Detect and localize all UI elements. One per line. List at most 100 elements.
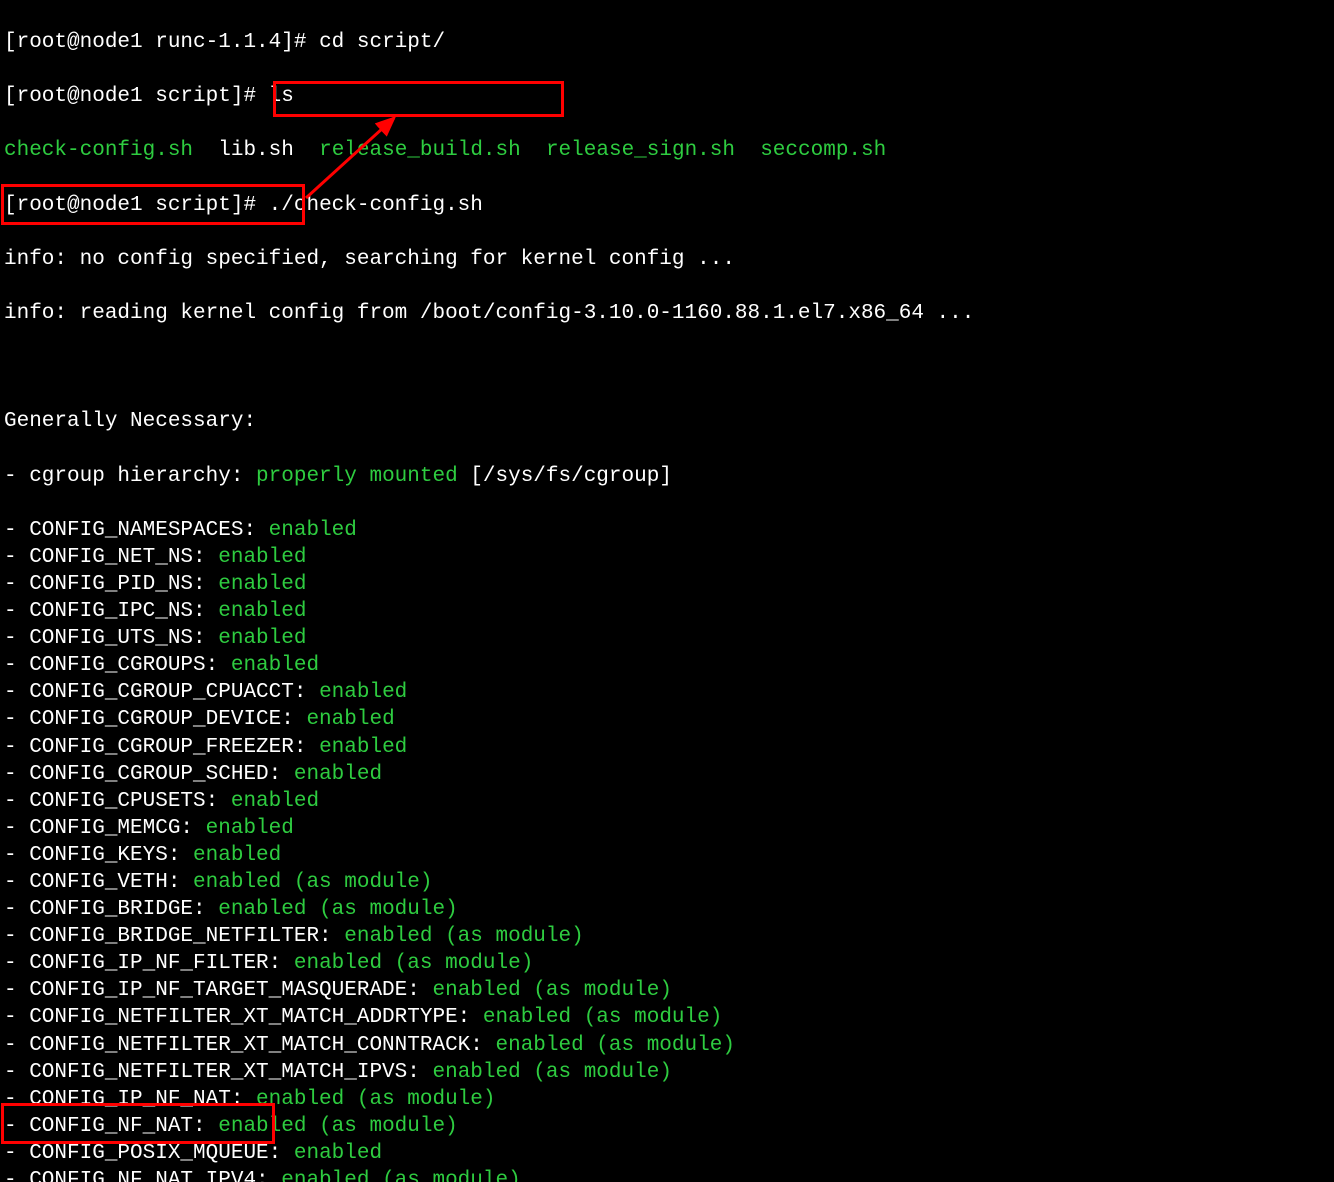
config-status: enabled [218, 546, 306, 569]
config-label: - CONFIG_NET_NS: [4, 546, 218, 569]
config-label: - CONFIG_IPC_NS: [4, 600, 218, 623]
prompt: [root@node1 script]# [4, 85, 269, 108]
config-status: properly mounted [256, 465, 458, 488]
config-label: - CONFIG_VETH: [4, 871, 193, 894]
config-line: - CONFIG_NAMESPACES: enabled [4, 517, 1330, 544]
config-label: - CONFIG_IP_NF_NAT: [4, 1088, 256, 1111]
config-label: - CONFIG_KEYS: [4, 844, 193, 867]
config-label: - CONFIG_CGROUP_DEVICE: [4, 708, 306, 731]
config-status: enabled (as module) [256, 1088, 495, 1111]
config-label: - CONFIG_POSIX_MQUEUE: [4, 1142, 294, 1165]
file-name: check-config.sh [4, 139, 193, 162]
config-label: - CONFIG_NETFILTER_XT_MATCH_IPVS: [4, 1061, 432, 1084]
info-line: info: reading kernel config from /boot/c… [4, 300, 1330, 327]
prompt: [root@node1 runc-1.1.4]# [4, 31, 319, 54]
config-line: - CONFIG_IP_NF_FILTER: enabled (as modul… [4, 950, 1330, 977]
config-line: - CONFIG_MEMCG: enabled [4, 815, 1330, 842]
config-line: - CONFIG_CGROUP_DEVICE: enabled [4, 706, 1330, 733]
prompt: [root@node1 script]# [4, 194, 269, 217]
config-status: enabled (as module) [483, 1006, 722, 1029]
file-name: release_build.sh [319, 139, 521, 162]
command: cd script/ [319, 31, 445, 54]
config-status: enabled [218, 600, 306, 623]
config-line: - CONFIG_NF_NAT_IPV4: enabled (as module… [4, 1167, 1330, 1182]
config-status: enabled (as module) [344, 925, 583, 948]
terminal-output[interactable]: [root@node1 runc-1.1.4]# cd script/ [roo… [0, 0, 1334, 1182]
config-line: - CONFIG_UTS_NS: enabled [4, 625, 1330, 652]
config-line: - CONFIG_CGROUP_CPUACCT: enabled [4, 679, 1330, 706]
config-line: - CONFIG_NETFILTER_XT_MATCH_CONNTRACK: e… [4, 1032, 1330, 1059]
config-line: - CONFIG_NETFILTER_XT_MATCH_IPVS: enable… [4, 1059, 1330, 1086]
config-line: - CONFIG_BRIDGE: enabled (as module) [4, 896, 1330, 923]
config-label: - CONFIG_CGROUP_FREEZER: [4, 736, 319, 759]
config-line: - CONFIG_IP_NF_TARGET_MASQUERADE: enable… [4, 977, 1330, 1004]
file-name: release_sign.sh [546, 139, 735, 162]
config-status: enabled [218, 573, 306, 596]
info-line: info: no config specified, searching for… [4, 246, 1330, 273]
config-status: enabled [206, 817, 294, 840]
config-status: enabled (as module) [294, 952, 533, 975]
config-line: - CONFIG_POSIX_MQUEUE: enabled [4, 1140, 1330, 1167]
config-label: - CONFIG_CGROUPS: [4, 654, 231, 677]
config-line: - CONFIG_CPUSETS: enabled [4, 788, 1330, 815]
config-status: enabled (as module) [218, 898, 457, 921]
config-label: - CONFIG_UTS_NS: [4, 627, 218, 650]
command-line-2: [root@node1 script]# ls [4, 83, 1330, 110]
config-line: - CONFIG_PID_NS: enabled [4, 571, 1330, 598]
config-label: - CONFIG_CGROUP_CPUACCT: [4, 681, 319, 704]
config-status: enabled [319, 681, 407, 704]
command-line-1: [root@node1 runc-1.1.4]# cd script/ [4, 29, 1330, 56]
section-header-generally-necessary: Generally Necessary: [4, 408, 1330, 435]
config-status: enabled (as module) [495, 1034, 734, 1057]
config-label: - CONFIG_CPUSETS: [4, 790, 231, 813]
config-label: - CONFIG_NETFILTER_XT_MATCH_CONNTRACK: [4, 1034, 495, 1057]
config-line: - CONFIG_CGROUP_SCHED: enabled [4, 761, 1330, 788]
config-status: enabled (as module) [193, 871, 432, 894]
command: ./check-config.sh [269, 194, 483, 217]
file-name: seccomp.sh [760, 139, 886, 162]
config-line: - CONFIG_NET_NS: enabled [4, 544, 1330, 571]
command-line-3: [root@node1 script]# ./check-config.sh [4, 192, 1330, 219]
config-status: enabled (as module) [281, 1169, 520, 1182]
config-line: - CONFIG_CGROUPS: enabled [4, 652, 1330, 679]
config-line: - CONFIG_NETFILTER_XT_MATCH_ADDRTYPE: en… [4, 1004, 1330, 1031]
config-line: - CONFIG_CGROUP_FREEZER: enabled [4, 734, 1330, 761]
config-label: - CONFIG_BRIDGE_NETFILTER: [4, 925, 344, 948]
config-label: - CONFIG_NF_NAT: [4, 1115, 218, 1138]
config-status: enabled [231, 790, 319, 813]
config-status: enabled (as module) [432, 979, 671, 1002]
config-status: enabled [193, 844, 281, 867]
config-status: enabled [319, 736, 407, 759]
config-label: - CONFIG_PID_NS: [4, 573, 218, 596]
config-label: - CONFIG_NAMESPACES: [4, 519, 269, 542]
config-status: enabled [294, 1142, 382, 1165]
command: ls [269, 85, 294, 108]
config-status: enabled [269, 519, 357, 542]
config-label: - CONFIG_MEMCG: [4, 817, 206, 840]
config-status: enabled (as module) [432, 1061, 671, 1084]
config-status: enabled [294, 763, 382, 786]
config-line-cgroup: - cgroup hierarchy: properly mounted [/s… [4, 463, 1330, 490]
necessary-config-list: - CONFIG_NAMESPACES: enabled- CONFIG_NET… [4, 517, 1330, 1182]
config-label: - cgroup hierarchy: [4, 465, 256, 488]
config-line: - CONFIG_IPC_NS: enabled [4, 598, 1330, 625]
config-label: - CONFIG_IP_NF_FILTER: [4, 952, 294, 975]
config-line: - CONFIG_BRIDGE_NETFILTER: enabled (as m… [4, 923, 1330, 950]
blank-line [4, 354, 1330, 381]
config-status: enabled [218, 627, 306, 650]
config-status: enabled [306, 708, 394, 731]
config-status: enabled [231, 654, 319, 677]
file-name: lib.sh [218, 139, 294, 162]
config-line: - CONFIG_NF_NAT: enabled (as module) [4, 1113, 1330, 1140]
config-status: enabled (as module) [218, 1115, 457, 1138]
config-line: - CONFIG_IP_NF_NAT: enabled (as module) [4, 1086, 1330, 1113]
config-line: - CONFIG_VETH: enabled (as module) [4, 869, 1330, 896]
config-label: - CONFIG_NF_NAT_IPV4: [4, 1169, 281, 1182]
config-label: - CONFIG_IP_NF_TARGET_MASQUERADE: [4, 979, 432, 1002]
config-line: - CONFIG_KEYS: enabled [4, 842, 1330, 869]
ls-output-line: check-config.sh lib.sh release_build.sh … [4, 137, 1330, 164]
config-label: - CONFIG_NETFILTER_XT_MATCH_ADDRTYPE: [4, 1006, 483, 1029]
config-label: - CONFIG_CGROUP_SCHED: [4, 763, 294, 786]
config-label: - CONFIG_BRIDGE: [4, 898, 218, 921]
config-suffix: [/sys/fs/cgroup] [458, 465, 672, 488]
